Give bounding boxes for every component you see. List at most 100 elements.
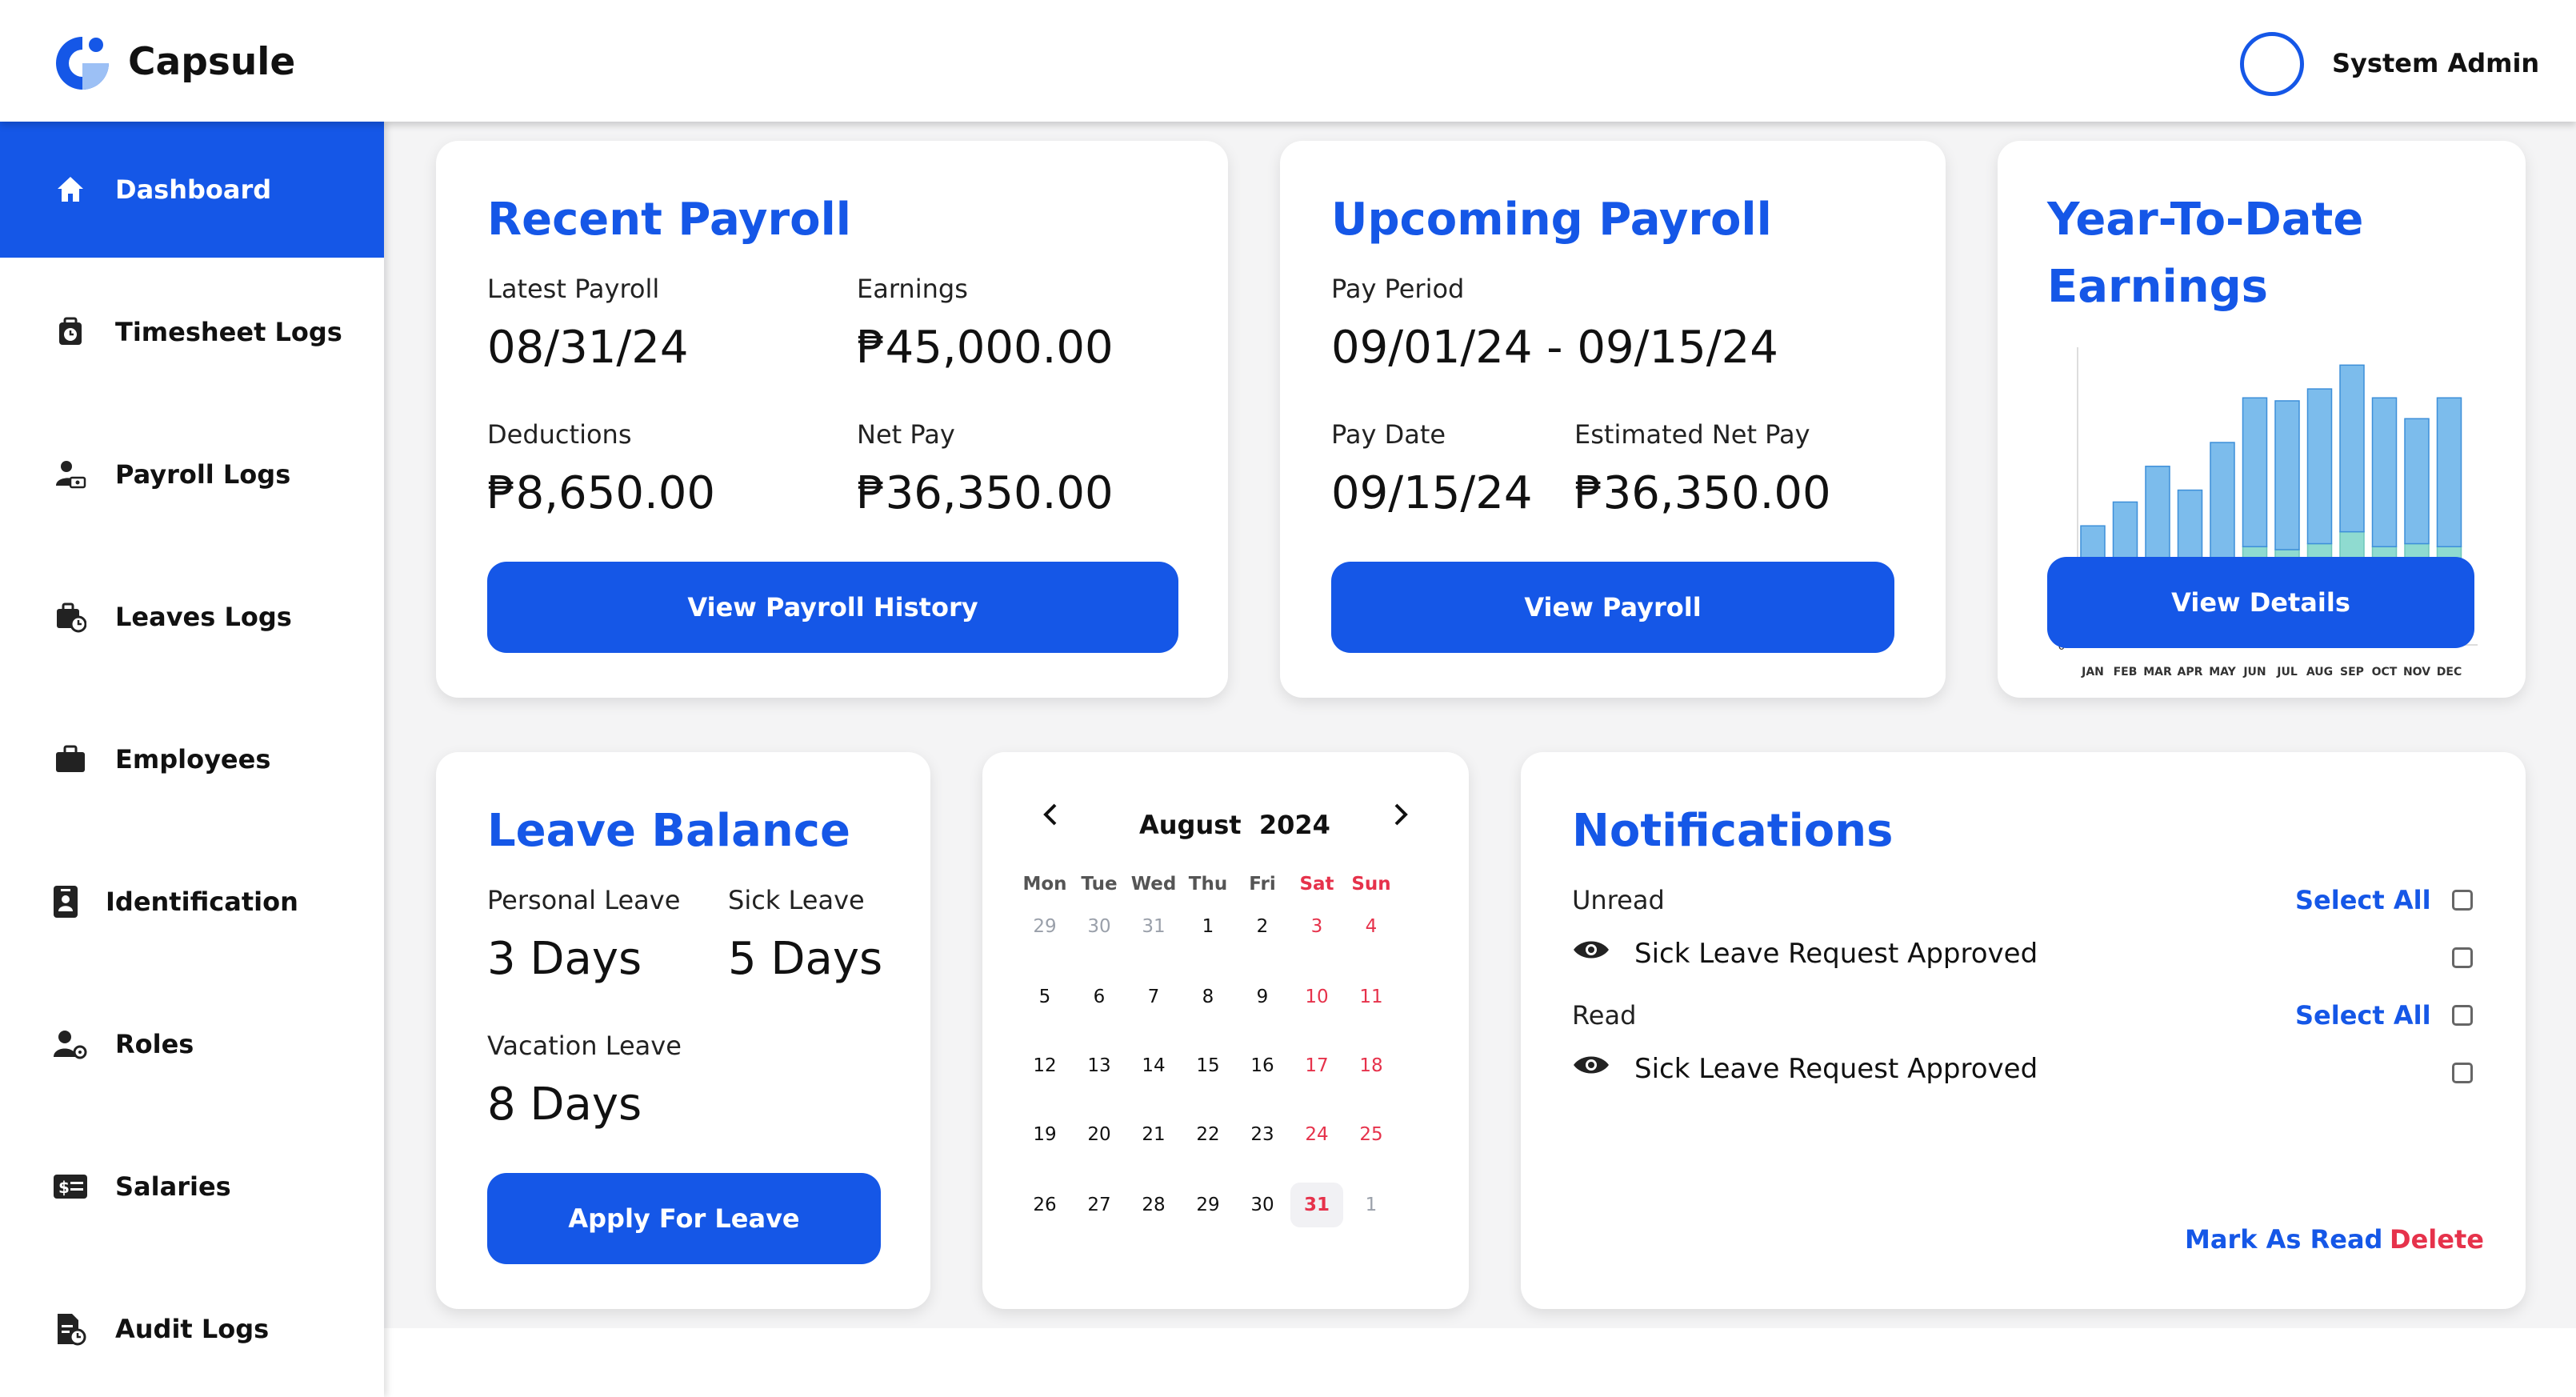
- select-all-unread-checkbox[interactable]: [2452, 890, 2473, 911]
- calendar-day[interactable]: 23: [1236, 1112, 1289, 1157]
- calendar-day[interactable]: 4: [1345, 904, 1398, 949]
- next-month-chevron-icon[interactable]: [1389, 799, 1413, 831]
- sidebar-item-label: Salaries: [115, 1171, 231, 1202]
- calendar-day[interactable]: 20: [1073, 1112, 1126, 1157]
- chart-x-tick-label: JAN: [2081, 666, 2104, 678]
- calendar-day[interactable]: 30: [1073, 904, 1126, 949]
- calendar-day[interactable]: 31: [1127, 904, 1180, 949]
- view-payroll-button[interactable]: View Payroll: [1331, 562, 1894, 653]
- sidebar-item-leaves-logs[interactable]: Leaves Logs: [0, 549, 384, 685]
- calendar-day[interactable]: 16: [1236, 1043, 1289, 1088]
- capsule-logo-icon: [56, 37, 109, 90]
- calendar-month-title: August 2024: [1139, 810, 1330, 840]
- unread-label: Unread: [1572, 885, 1665, 915]
- sidebar-item-employees[interactable]: Employees: [0, 691, 384, 827]
- eye-icon[interactable]: [1572, 1053, 1610, 1080]
- notification-item-text: Sick Leave Request Approved: [1634, 938, 2038, 970]
- calendar-day[interactable]: 1: [1345, 1183, 1398, 1227]
- chart-bar-segment: [2339, 364, 2365, 533]
- net-pay-label: Net Pay: [857, 419, 955, 450]
- apply-for-leave-button[interactable]: Apply For Leave: [487, 1173, 881, 1264]
- user-gear-icon: [53, 1027, 88, 1062]
- avatar[interactable]: [2240, 32, 2304, 96]
- net-pay-value: ₱36,350.00: [857, 467, 1114, 519]
- calendar-weekday-header: Fri: [1249, 874, 1276, 895]
- select-all-read-link[interactable]: Select All: [2295, 1000, 2431, 1031]
- notification-item-text: Sick Leave Request Approved: [1634, 1053, 2038, 1085]
- calendar-day[interactable]: 11: [1345, 975, 1398, 1019]
- calendar-day[interactable]: 9: [1236, 975, 1289, 1019]
- personal-leave-label: Personal Leave: [487, 885, 681, 915]
- sidebar-item-label: Roles: [115, 1029, 194, 1059]
- sidebar-item-label: Audit Logs: [115, 1314, 270, 1344]
- calendar-day[interactable]: 30: [1236, 1183, 1289, 1227]
- app-name: Capsule: [128, 40, 296, 84]
- chart-bar-segment: [2436, 397, 2462, 547]
- chart-x-tick-label: AUG: [2306, 666, 2333, 678]
- calendar-day[interactable]: 22: [1182, 1112, 1234, 1157]
- calendar-day[interactable]: 31: [1290, 1183, 1343, 1227]
- select-all-read-checkbox[interactable]: [2452, 1005, 2473, 1026]
- calendar-day[interactable]: 8: [1182, 975, 1234, 1019]
- calendar-day[interactable]: 10: [1290, 975, 1343, 1019]
- sidebar-item-audit-logs[interactable]: Audit Logs: [0, 1261, 384, 1397]
- calendar-day[interactable]: 28: [1127, 1183, 1180, 1227]
- calendar-day[interactable]: 29: [1018, 904, 1071, 949]
- calendar-day[interactable]: 18: [1345, 1043, 1398, 1088]
- chart-x-tick-label: JUN: [2242, 666, 2266, 678]
- calendar-day[interactable]: 17: [1290, 1043, 1343, 1088]
- sidebar-item-label: Timesheet Logs: [115, 317, 342, 347]
- notification-checkbox[interactable]: [2452, 1063, 2473, 1083]
- sidebar-item-payroll-logs[interactable]: Payroll Logs: [0, 406, 384, 542]
- calendar-day[interactable]: 14: [1127, 1043, 1180, 1088]
- money-card-icon: $: [53, 1169, 88, 1204]
- chart-x-tick-label: SEP: [2340, 666, 2364, 678]
- calendar-day[interactable]: 1: [1182, 904, 1234, 949]
- delete-link[interactable]: Delete: [2390, 1224, 2484, 1255]
- clock-bag-icon: [53, 314, 88, 350]
- prev-month-chevron-icon[interactable]: [1038, 799, 1062, 831]
- chart-x-labels: JAN FEB MAR APR MAY JUN JUL AUG SEP OCT NOV DEC: [2081, 666, 2462, 678]
- card-title: Leave Balance: [487, 805, 850, 857]
- view-details-button[interactable]: View Details: [2047, 557, 2474, 648]
- earnings-label: Earnings: [857, 274, 968, 304]
- mark-as-read-link[interactable]: Mark As Read: [2185, 1224, 2382, 1255]
- calendar-day[interactable]: 24: [1290, 1112, 1343, 1157]
- calendar-day[interactable]: 12: [1018, 1043, 1071, 1088]
- calendar-day[interactable]: 26: [1018, 1183, 1071, 1227]
- calendar-day[interactable]: 2: [1236, 904, 1289, 949]
- calendar-day[interactable]: 15: [1182, 1043, 1234, 1088]
- calendar-day[interactable]: 3: [1290, 904, 1343, 949]
- calendar-day[interactable]: 25: [1345, 1112, 1398, 1157]
- calendar-day[interactable]: 6: [1073, 975, 1126, 1019]
- notification-checkbox[interactable]: [2452, 947, 2473, 968]
- chart-x-tick-label: FEB: [2114, 666, 2138, 678]
- chart-x-tick-label: MAR: [2143, 666, 2172, 678]
- calendar-day[interactable]: 7: [1127, 975, 1180, 1019]
- chart-bar-segment: [2371, 397, 2398, 547]
- chart-x-tick-label: MAY: [2209, 666, 2236, 678]
- sidebar: Dashboard Timesheet Logs Payroll Logs Le…: [0, 122, 384, 1397]
- calendar-weekday-header: Sat: [1299, 874, 1334, 895]
- read-label: Read: [1572, 1000, 1637, 1031]
- select-all-unread-link[interactable]: Select All: [2295, 885, 2431, 915]
- sidebar-item-dashboard[interactable]: Dashboard: [0, 122, 384, 258]
- sidebar-item-identification[interactable]: Identification: [0, 834, 384, 970]
- sidebar-item-timesheet-logs[interactable]: Timesheet Logs: [0, 264, 384, 400]
- calendar-day[interactable]: 29: [1182, 1183, 1234, 1227]
- sidebar-item-salaries[interactable]: $ Salaries: [0, 1119, 384, 1255]
- card-title: Notifications: [1572, 805, 1894, 857]
- card-title-line1: Year-To-Date: [2047, 194, 2364, 246]
- calendar-day[interactable]: 27: [1073, 1183, 1126, 1227]
- card-title: Upcoming Payroll: [1331, 194, 1772, 246]
- calendar-day[interactable]: 19: [1018, 1112, 1071, 1157]
- sidebar-item-label: Dashboard: [115, 174, 272, 205]
- calendar-day[interactable]: 5: [1018, 975, 1071, 1019]
- sick-leave-value: 5 Days: [728, 933, 883, 985]
- user-name[interactable]: System Admin: [2332, 48, 2539, 78]
- eye-icon[interactable]: [1572, 938, 1610, 965]
- sidebar-item-roles[interactable]: Roles: [0, 976, 384, 1112]
- calendar-day[interactable]: 21: [1127, 1112, 1180, 1157]
- view-payroll-history-button[interactable]: View Payroll History: [487, 562, 1178, 653]
- calendar-day[interactable]: 13: [1073, 1043, 1126, 1088]
